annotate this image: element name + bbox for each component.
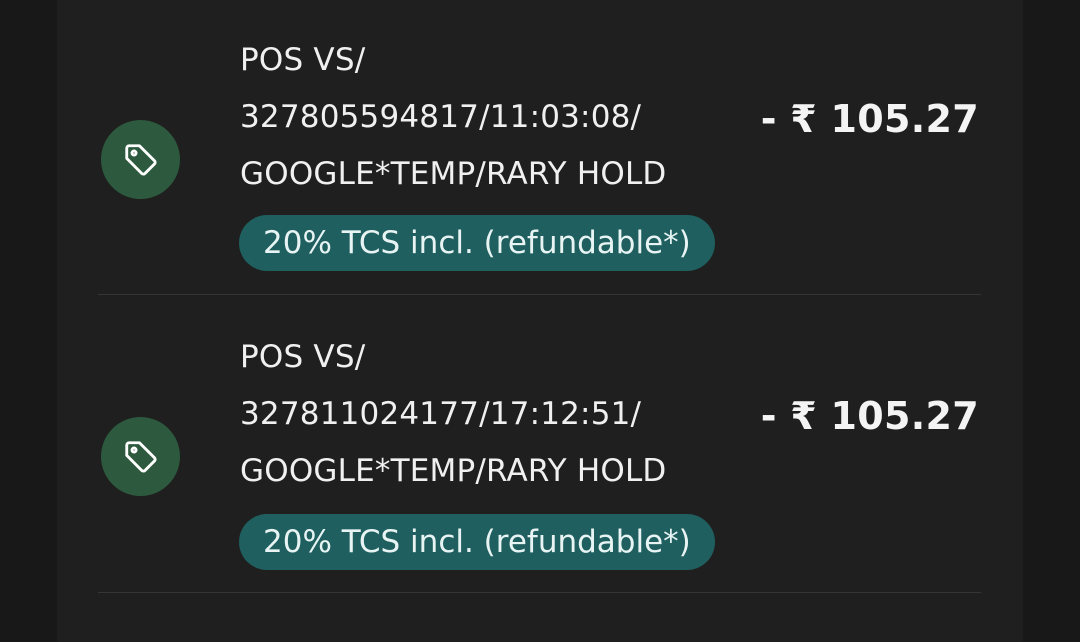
- transaction-row[interactable]: POS VS/ 327811024177/17:12:51/ GOOGLE*TE…: [98, 295, 981, 593]
- transaction-amount: - ₹ 105.27: [760, 394, 979, 438]
- tag-icon: [124, 143, 157, 176]
- tag-icon: [124, 440, 157, 473]
- category-icon-badge: [101, 417, 180, 496]
- transaction-description: POS VS/ 327805594817/11:03:08/ GOOGLE*TE…: [240, 42, 667, 192]
- category-icon-badge: [101, 120, 180, 199]
- transaction-row[interactable]: POS VS/ 327805594817/11:03:08/ GOOGLE*TE…: [98, 0, 981, 295]
- tcs-badge: 20% TCS incl. (refundable*): [239, 514, 715, 570]
- transaction-amount: - ₹ 105.27: [760, 97, 979, 141]
- transaction-description: POS VS/ 327811024177/17:12:51/ GOOGLE*TE…: [240, 339, 667, 489]
- tcs-badge: 20% TCS incl. (refundable*): [239, 215, 715, 271]
- transaction-list-panel: POS VS/ 327805594817/11:03:08/ GOOGLE*TE…: [57, 0, 1023, 642]
